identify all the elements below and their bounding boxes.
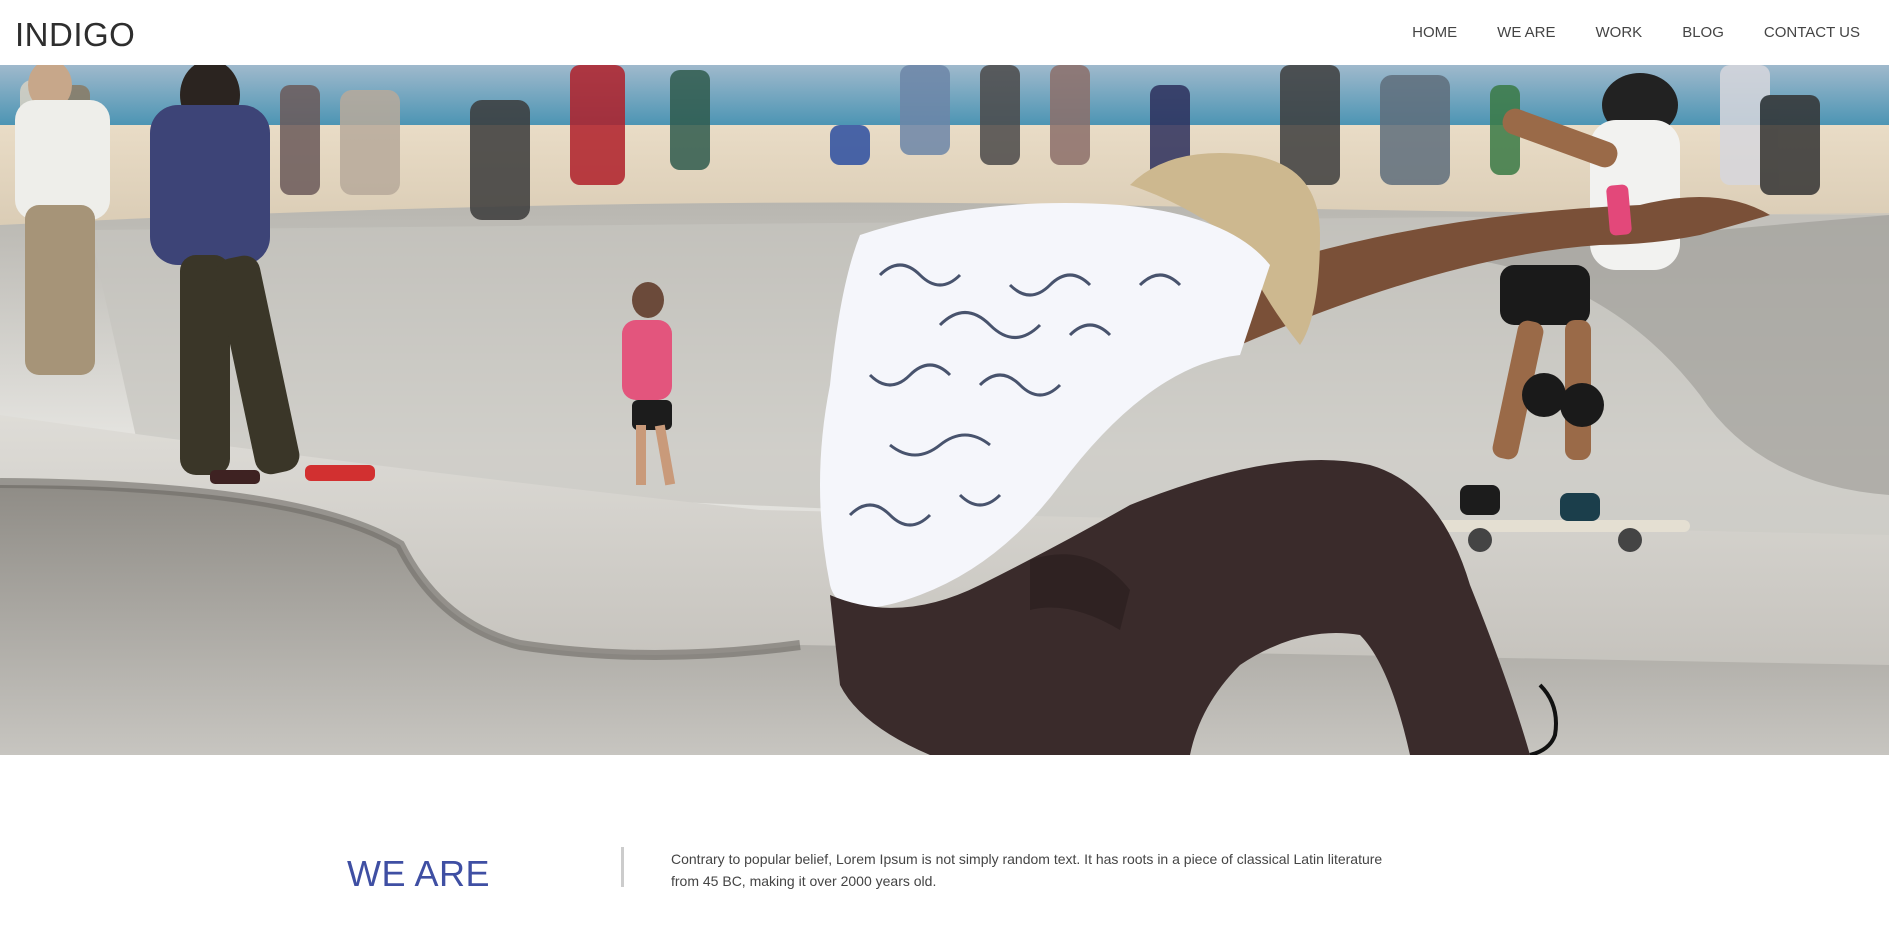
hero-image [0, 65, 1889, 755]
nav-we-are[interactable]: WE ARE [1477, 24, 1575, 41]
we-are-section: WE ARE Contrary to popular belief, Lorem… [0, 755, 1889, 931]
nav-blog[interactable]: BLOG [1662, 24, 1744, 41]
we-are-description: Contrary to popular belief, Lorem Ipsum … [671, 851, 1383, 889]
site-logo[interactable]: INDIGO [15, 16, 135, 54]
nav-home[interactable]: HOME [1392, 24, 1477, 41]
main-nav: HOME WE ARE WORK BLOG CONTACT US [1392, 24, 1860, 41]
section-divider [621, 847, 624, 887]
nav-work[interactable]: WORK [1576, 24, 1663, 41]
we-are-title: WE ARE [347, 853, 491, 894]
site-header: INDIGO HOME WE ARE WORK BLOG CONTACT US [0, 0, 1889, 65]
nav-contact-us[interactable]: CONTACT US [1744, 24, 1860, 41]
skatepark-photo [0, 65, 1889, 755]
